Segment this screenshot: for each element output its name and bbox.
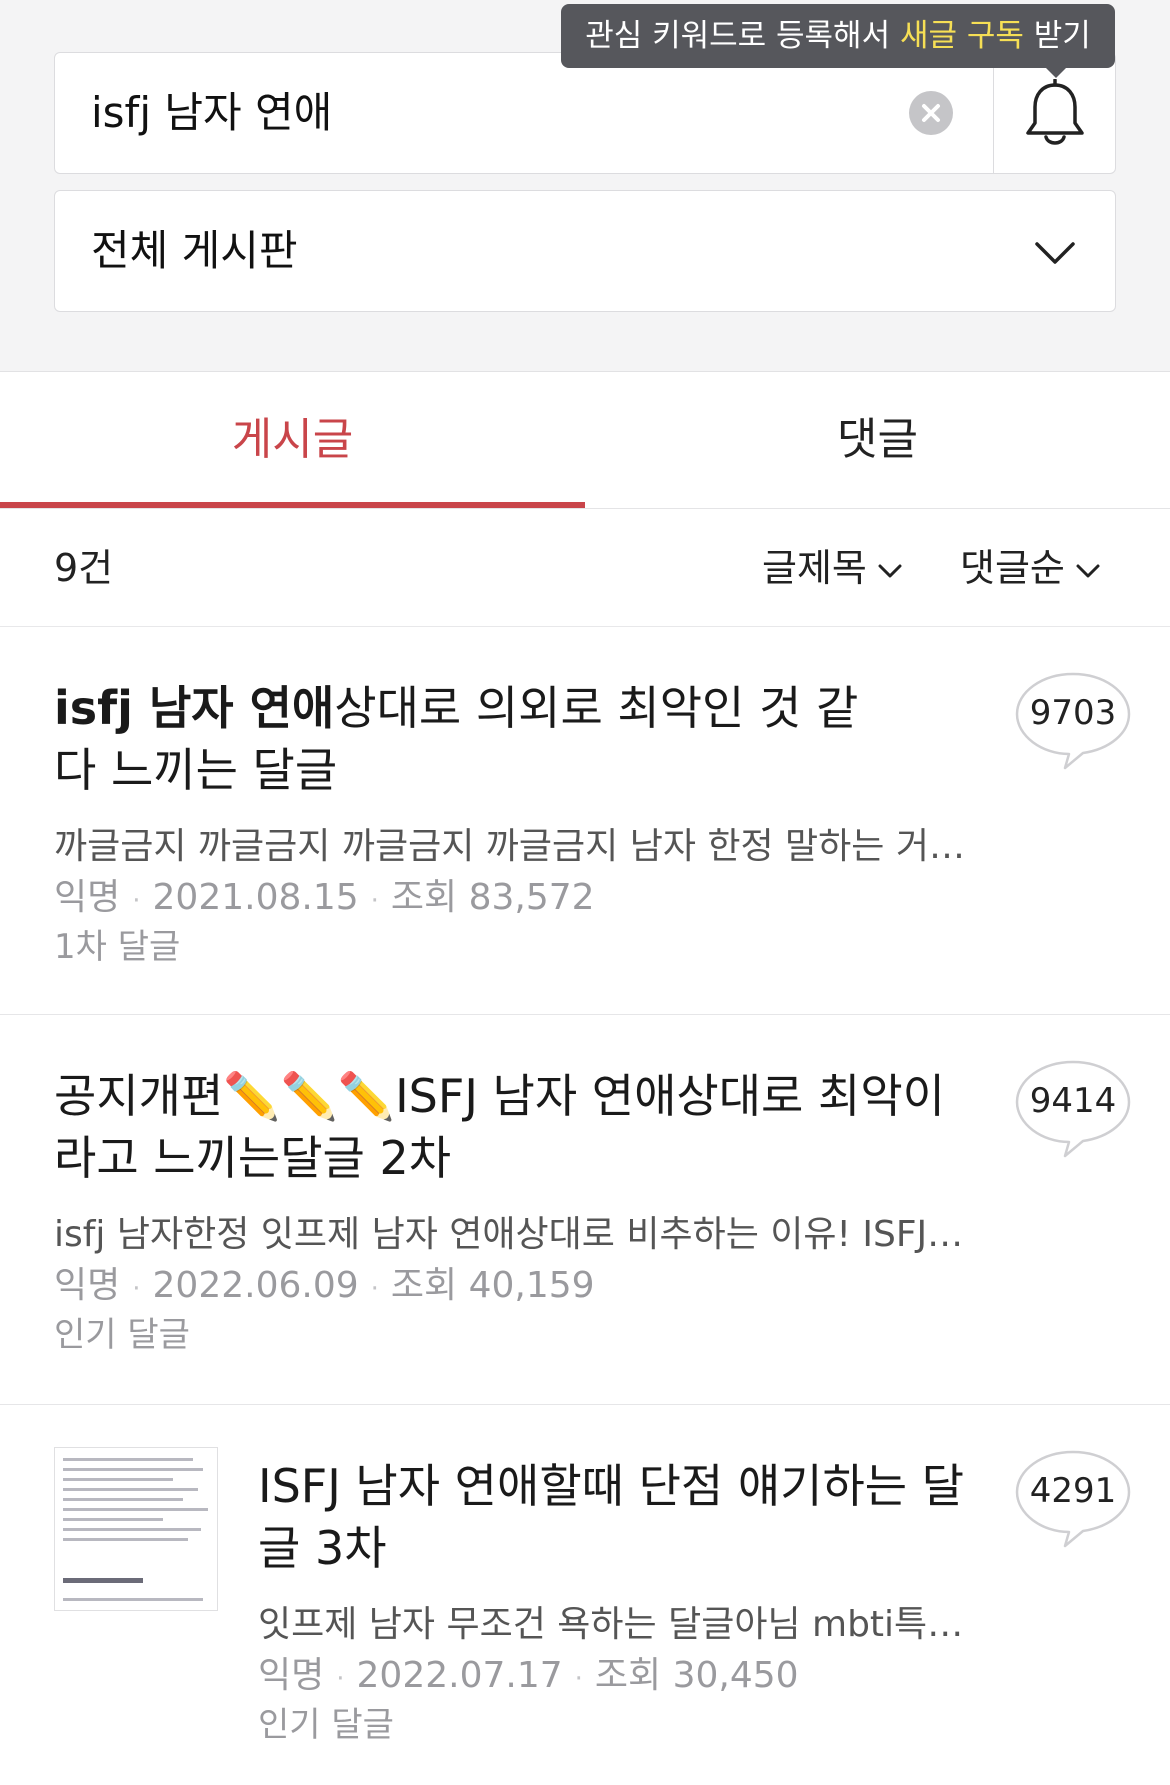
tooltip-highlight: 새글 구독 bbox=[899, 18, 1024, 54]
post-title[interactable]: ISFJ 남자 연애할때 단점 얘기하는 달글 3차 bbox=[258, 1455, 978, 1579]
post-title-highlight: isfj 남자 연애 bbox=[54, 681, 335, 735]
filter-title-dropdown[interactable]: 글제목 bbox=[762, 509, 903, 627]
post-item[interactable]: 공지개편✏️✏️✏️ISFJ 남자 연애상대로 최악이라고 느끼는달글 2차 i… bbox=[0, 1015, 1170, 1405]
post-item[interactable]: ISFJ 남자 연애할때 단점 얘기하는 달글 3차 잇프제 남자 무조건 욕하… bbox=[0, 1405, 1170, 1785]
post-title[interactable]: isfj 남자 연애상대로 의외로 최악인 것 같다 느끼는 달글 bbox=[54, 677, 894, 801]
board-select-label: 전체 게시판 bbox=[91, 226, 298, 275]
post-date: 2022.07.17 bbox=[356, 1655, 563, 1696]
post-meta: 익명 · 2021.08.15 · 조회 83,572 bbox=[54, 877, 595, 918]
comment-count: 9703 bbox=[1029, 693, 1117, 733]
chevron-down-icon bbox=[1035, 242, 1075, 264]
tooltip-text: 관심 키워드로 등록해서 bbox=[585, 18, 900, 54]
chevron-down-icon bbox=[878, 564, 902, 577]
result-count: 9건 bbox=[54, 546, 114, 590]
post-author: 익명 bbox=[54, 877, 121, 918]
search-header: isfj 남자 연애 관심 키워드로 등록해서 새글 구독 받기 전체 게시판 bbox=[0, 0, 1170, 372]
post-views: 조회 30,450 bbox=[594, 1655, 799, 1696]
post-item[interactable]: isfj 남자 연애상대로 의외로 최악인 것 같다 느끼는 달글 까글금지 까… bbox=[0, 627, 1170, 1015]
chevron-down-icon bbox=[1076, 564, 1100, 577]
post-snippet: 까글금지 까글금지 까글금지 까글금지 남자 한정 말하는 거 아니고 isfj… bbox=[54, 826, 970, 867]
post-tag[interactable]: 1차 달글 bbox=[54, 924, 180, 970]
post-views: 조회 83,572 bbox=[390, 877, 595, 918]
filter-title-label: 글제목 bbox=[762, 546, 867, 590]
comment-count: 9414 bbox=[1029, 1081, 1117, 1121]
tooltip-text-end: 받기 bbox=[1023, 18, 1091, 54]
post-views: 조회 40,159 bbox=[390, 1265, 595, 1306]
post-date: 2021.08.15 bbox=[152, 877, 359, 918]
post-tag[interactable]: 인기 달글 bbox=[258, 1702, 394, 1748]
post-title[interactable]: 공지개편✏️✏️✏️ISFJ 남자 연애상대로 최악이라고 느끼는달글 2차 bbox=[54, 1065, 974, 1189]
close-icon bbox=[922, 104, 940, 122]
tab-posts[interactable]: 게시글 bbox=[0, 373, 585, 508]
post-snippet: 잇프제 남자 무조건 욕하는 달글아님 mbti특징 얘기하는 달글 bbox=[258, 1604, 970, 1645]
comment-count: 4291 bbox=[1029, 1471, 1117, 1511]
sort-dropdown[interactable]: 댓글순 bbox=[960, 509, 1101, 627]
board-select[interactable]: 전체 게시판 bbox=[54, 190, 1116, 312]
post-author: 익명 bbox=[258, 1655, 325, 1696]
post-meta: 익명 · 2022.06.09 · 조회 40,159 bbox=[54, 1265, 595, 1306]
post-snippet: isfj 남자한정 잇프제 남자 연애상대로 비추하는 이유! ISFJ 남자 … bbox=[54, 1214, 970, 1255]
results-summary: 9건 글제목 댓글순 bbox=[0, 509, 1170, 627]
post-meta: 익명 · 2022.07.17 · 조회 30,450 bbox=[258, 1655, 799, 1696]
comment-count-bubble[interactable]: 9414 bbox=[1013, 1059, 1133, 1169]
comment-count-bubble[interactable]: 9703 bbox=[1013, 671, 1133, 781]
active-tab-indicator bbox=[0, 502, 585, 508]
search-input[interactable]: isfj 남자 연애 bbox=[54, 52, 1116, 174]
search-query[interactable]: isfj 남자 연애 bbox=[91, 53, 332, 173]
tab-comments[interactable]: 댓글 bbox=[585, 373, 1170, 508]
result-tabs: 게시글 댓글 bbox=[0, 373, 1170, 509]
post-thumbnail[interactable] bbox=[54, 1447, 218, 1611]
subscribe-tooltip: 관심 키워드로 등록해서 새글 구독 받기 bbox=[561, 4, 1115, 68]
bell-icon bbox=[1026, 79, 1084, 145]
sort-label: 댓글순 bbox=[960, 546, 1065, 590]
post-date: 2022.06.09 bbox=[152, 1265, 359, 1306]
post-tag[interactable]: 인기 달글 bbox=[54, 1312, 190, 1358]
clear-search-button[interactable] bbox=[909, 91, 953, 135]
post-author: 익명 bbox=[54, 1265, 121, 1306]
tooltip-arrow bbox=[1044, 66, 1068, 78]
comment-count-bubble[interactable]: 4291 bbox=[1013, 1449, 1133, 1559]
